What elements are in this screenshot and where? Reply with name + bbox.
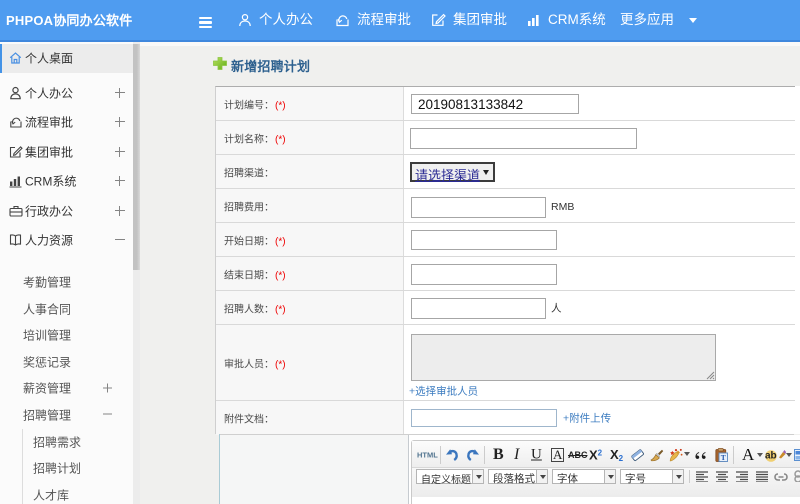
svg-text:T: T [721,453,726,462]
